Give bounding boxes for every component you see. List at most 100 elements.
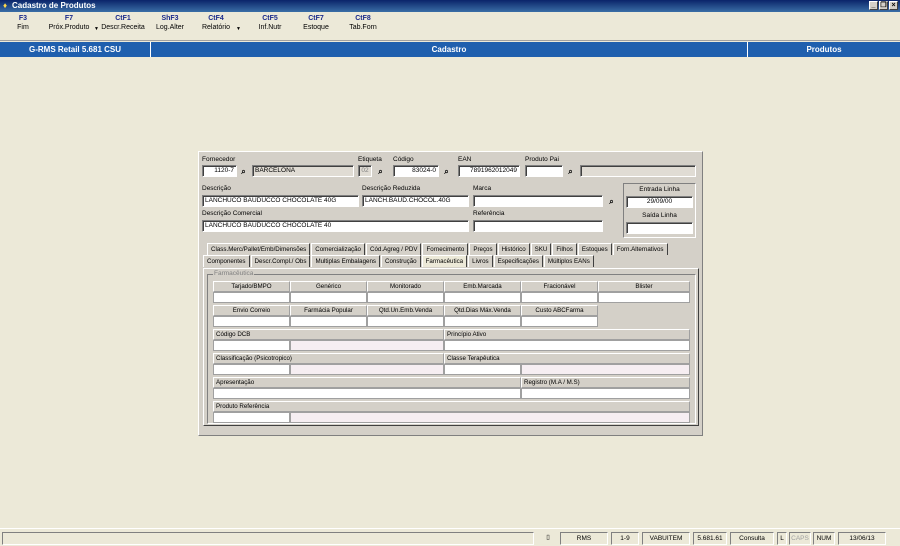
referencia-field[interactable]	[473, 220, 603, 232]
tarjado-header: Tarjado/BMPO	[213, 281, 290, 292]
toolbar-button-log-alter[interactable]: ShF3 Log.Alter	[152, 15, 188, 31]
toolbar-button-tab-forn[interactable]: CtF8 Tab.Forn	[344, 15, 382, 31]
generico-field[interactable]	[290, 292, 367, 303]
minimize-icon[interactable]: _	[869, 1, 878, 10]
tab-sku[interactable]: SKU	[530, 243, 552, 255]
saida-linha-label: Saída Linha	[642, 212, 677, 219]
descricao-label: Descrição	[202, 185, 231, 192]
tab-multiplas-embalagens[interactable]: Multiplas Embalagens	[311, 255, 380, 267]
tab-multiplos-eans[interactable]: Múltiplos EANs	[543, 255, 594, 267]
blister-field[interactable]	[598, 292, 690, 303]
toolbar-button-prox-produto[interactable]: F7 Próx.Produto ▼	[46, 15, 99, 32]
tarjado-field[interactable]	[213, 292, 290, 303]
fracionavel-header: Fracionável	[521, 281, 598, 292]
status-bar: ▯ RMS 1-9 VABUITEM 5.681.61 Consulta L C…	[0, 528, 900, 546]
entrada-linha-field[interactable]: 29/09/00	[626, 196, 693, 208]
codigo-field[interactable]: 83024-0	[393, 165, 439, 177]
toolbar-button-estoque[interactable]: CtF7 Estoque	[298, 15, 334, 31]
window-controls: _ ❐ ×	[869, 1, 898, 10]
fornecedor-code-field[interactable]: 1120-7	[202, 165, 237, 177]
fornecedor-label: Fornecedor	[202, 156, 236, 163]
tab-row-1: Class.Merc/Pallet/Emb/Dimensões Comercia…	[207, 243, 669, 255]
dropdown-arrow-icon[interactable]: ▼	[94, 26, 99, 32]
clipboard-icon: ▯	[546, 534, 550, 541]
status-caps: CAPS	[789, 532, 811, 545]
tab-content: Farmacêutica Tarjado/BMPO Genérico Monit…	[203, 268, 699, 426]
tab-construcao[interactable]: Construção	[380, 255, 421, 267]
classe-terapeutica-field[interactable]	[444, 364, 521, 375]
qtd-un-emb-field[interactable]	[367, 316, 444, 327]
apresentacao-field[interactable]	[213, 388, 521, 399]
fornecedor-name-field: BARCELONA	[252, 165, 354, 177]
principio-ativo-field[interactable]	[444, 340, 690, 351]
toolbar-button-fim[interactable]: F3 Fim	[10, 15, 36, 31]
monitorado-field[interactable]	[367, 292, 444, 303]
restore-icon[interactable]: ❐	[879, 1, 888, 10]
tab-livros[interactable]: Livros	[468, 255, 493, 267]
envio-correio-field[interactable]	[213, 316, 290, 327]
emb-marcada-field[interactable]	[444, 292, 521, 303]
tab-class-merc[interactable]: Class.Merc/Pallet/Emb/Dimensões	[207, 243, 311, 255]
produto-pai-label: Produto Pai	[525, 156, 559, 163]
tab-fornecimento[interactable]: Fornecimento	[422, 243, 469, 255]
status-message	[2, 532, 534, 545]
toolbar-button-inf-nutr[interactable]: CtF5 Inf.Nutr	[252, 15, 288, 31]
codigo-dcb-field[interactable]	[213, 340, 290, 351]
header-center: Cadastro	[151, 42, 748, 57]
fracionavel-field[interactable]	[521, 292, 598, 303]
status-version: 5.681.61	[693, 532, 727, 545]
marca-field[interactable]	[473, 195, 603, 207]
codigo-dcb-desc-field	[290, 340, 444, 351]
descricao-comercial-label: Descrição Comercial	[202, 210, 262, 217]
tab-forn-alternativos[interactable]: Forn.Alternativos	[612, 243, 668, 255]
etiqueta-label: Etiqueta	[358, 156, 382, 163]
tab-historico[interactable]: Histórico	[497, 243, 530, 255]
qtd-dias-field[interactable]	[444, 316, 521, 327]
registro-field[interactable]	[521, 388, 690, 399]
ean-field[interactable]: 7891962012049	[458, 165, 520, 177]
emb-marcada-header: Emb.Marcada	[444, 281, 521, 292]
codigo-label: Código	[393, 156, 414, 163]
ean-label: EAN	[458, 156, 472, 163]
tab-especificacoes[interactable]: Especificações	[493, 255, 543, 267]
produto-pai-field[interactable]	[525, 165, 563, 177]
binoculars-icon[interactable]: ⌕	[238, 166, 249, 177]
status-date: 13/06/13	[838, 532, 886, 545]
descricao-reduzida-field[interactable]: LANCH.BAUD.CHOCOL.40G	[362, 195, 469, 207]
tab-comercializacao[interactable]: Comercialização	[311, 243, 365, 255]
dropdown-arrow-icon[interactable]: ▼	[236, 26, 241, 32]
header-bar: G-RMS Retail 5.681 CSU Cadastro Produtos	[0, 42, 900, 57]
registro-header: Registro (M.A / M.S)	[521, 377, 690, 388]
toolbar: F3 Fim F7 Próx.Produto ▼ CtF1 Descr.Receita …	[0, 12, 900, 41]
binoculars-icon[interactable]: ⌕	[375, 166, 386, 177]
saida-linha-field[interactable]	[626, 222, 693, 234]
tab-farmaceutica[interactable]: Farmacêutica	[421, 255, 468, 267]
tab-componentes[interactable]: Componentes	[203, 255, 250, 267]
toolbar-button-relatorio[interactable]: CtF4 Relatório ▼	[198, 15, 241, 32]
descricao-field[interactable]: LANCHUCO BAUDUCCO CHOCOLATE 40G	[202, 195, 359, 207]
app-version: G-RMS Retail 5.681 CSU	[0, 42, 151, 57]
tab-row-2: Componentes Descr.Compl./ Obs Multiplas …	[203, 255, 595, 267]
group-title: Farmacêutica	[213, 270, 255, 277]
tab-descr-compl[interactable]: Descr.Compl./ Obs	[250, 255, 311, 267]
blister-header: Blister	[598, 281, 690, 292]
toolbar-button-descr-receita[interactable]: CtF1 Descr.Receita	[100, 15, 146, 31]
tab-precos[interactable]: Preços	[469, 243, 497, 255]
close-icon[interactable]: ×	[889, 1, 898, 10]
farmacia-popular-field[interactable]	[290, 316, 367, 327]
window-title: Cadastro de Produtos	[12, 1, 96, 10]
classificacao-desc-field	[290, 364, 444, 375]
custo-abcfarma-header: Custo ABCFarma	[521, 305, 598, 316]
descricao-comercial-field[interactable]: LANCHUCO BAUDUCCO CHOCOLATE 40	[202, 220, 469, 232]
custo-abcfarma-field[interactable]	[521, 316, 598, 327]
binoculars-icon[interactable]: ⌕	[441, 166, 452, 177]
tab-filhos[interactable]: Filhos	[552, 243, 577, 255]
binoculars-icon[interactable]: ⌕	[606, 196, 617, 207]
classificacao-field[interactable]	[213, 364, 290, 375]
tab-estoques[interactable]: Estoques	[577, 243, 612, 255]
tab-cod-agreg[interactable]: Cód.Agreg / PDV	[366, 243, 422, 255]
binoculars-icon[interactable]: ⌕	[565, 166, 576, 177]
descricao-reduzida-label: Descrição Reduzida	[362, 185, 421, 192]
etiqueta-field[interactable]: 02	[358, 165, 372, 177]
produto-referencia-field[interactable]	[213, 412, 290, 423]
